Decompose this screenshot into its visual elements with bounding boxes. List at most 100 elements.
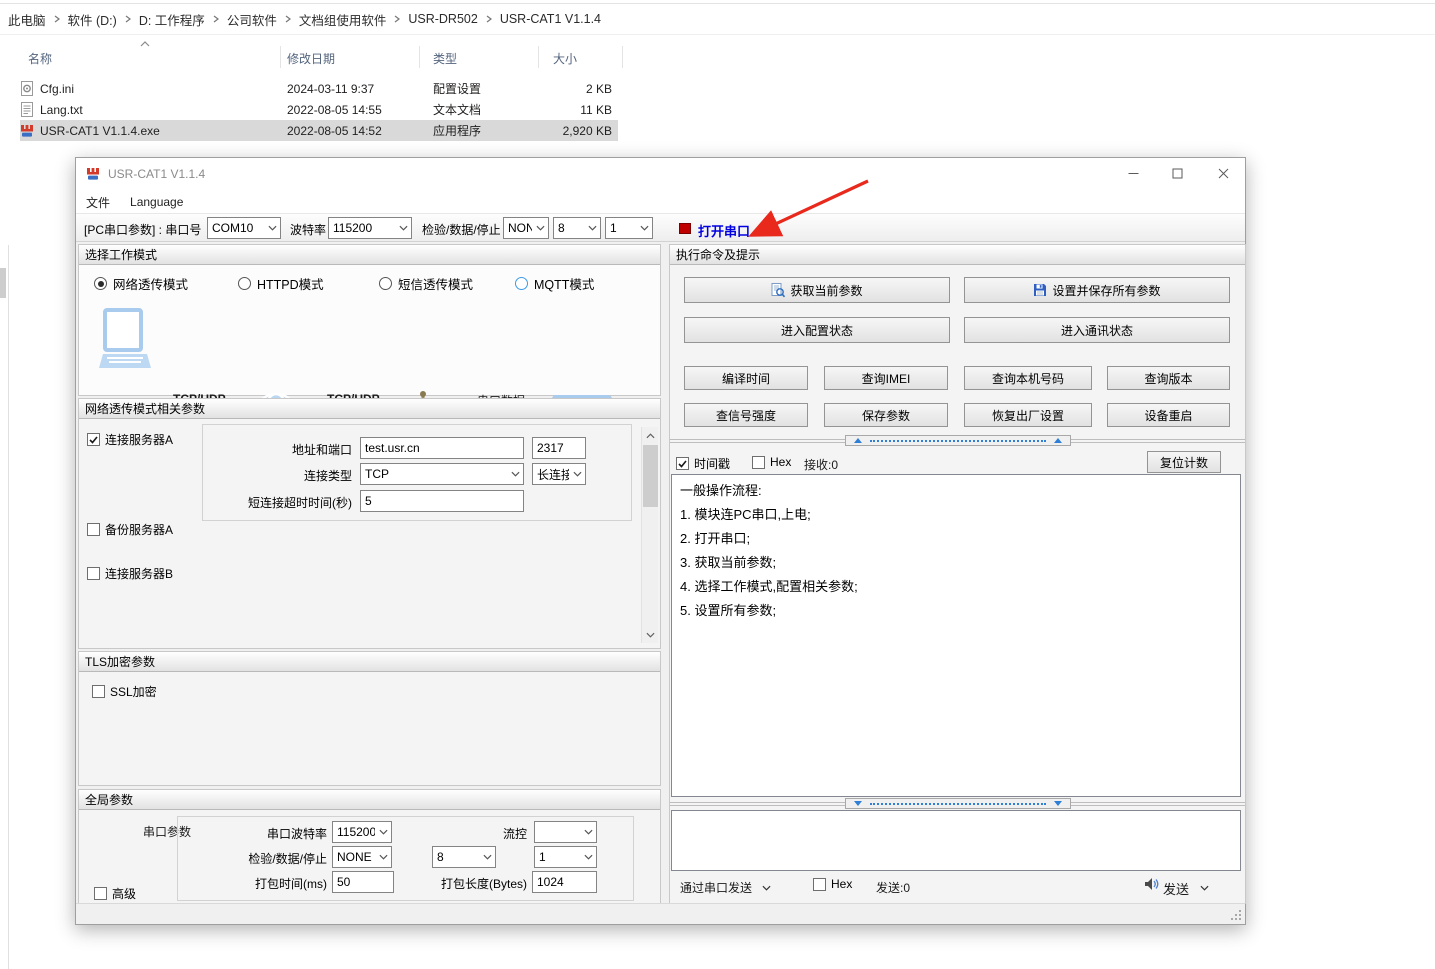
query-imei-button[interactable]: 查询IMEI bbox=[824, 366, 948, 390]
chevron-down-icon bbox=[395, 218, 411, 238]
server-address-input[interactable]: test.usr.cn bbox=[360, 437, 524, 459]
radio-net-transparent[interactable]: 网络透传模式 bbox=[94, 274, 188, 293]
log-line: 一般操作流程: bbox=[680, 479, 1232, 503]
close-button[interactable] bbox=[1206, 158, 1240, 188]
column-header-date[interactable]: 修改日期 bbox=[287, 50, 335, 67]
column-divider[interactable] bbox=[538, 46, 539, 68]
column-divider[interactable] bbox=[419, 46, 420, 68]
send-via-dropdown[interactable]: 通过串口发送 bbox=[680, 879, 752, 896]
column-divider[interactable] bbox=[280, 46, 281, 68]
scroll-up-icon[interactable] bbox=[642, 427, 659, 444]
minimize-button[interactable] bbox=[1116, 158, 1150, 188]
radio-httpd[interactable]: HTTPD模式 bbox=[238, 274, 324, 293]
radio-mqtt[interactable]: MQTT模式 bbox=[515, 274, 594, 293]
column-header-size[interactable]: 大小 bbox=[553, 50, 577, 67]
log-splitter-bottom[interactable] bbox=[670, 798, 1245, 809]
com-port-select[interactable]: COM10 bbox=[207, 217, 281, 239]
breadcrumb-item[interactable]: D: 工作程序 bbox=[139, 10, 205, 29]
server-port-input[interactable]: 2317 bbox=[532, 437, 586, 459]
checkbox-ssl[interactable]: SSL加密 bbox=[92, 683, 157, 700]
chevron-down-icon[interactable] bbox=[1200, 885, 1209, 891]
log-output[interactable]: 一般操作流程: 1. 模块连PC串口,上电; 2. 打开串口; 3. 获取当前参… bbox=[671, 474, 1241, 797]
pack-len-input[interactable]: 1024 bbox=[532, 871, 597, 893]
databits-select[interactable]: 8 bbox=[553, 217, 601, 239]
chevron-down-icon bbox=[375, 847, 391, 867]
enter-comm-button[interactable]: 进入通讯状态 bbox=[964, 317, 1230, 343]
keepalive-select[interactable]: 长连接 bbox=[532, 463, 586, 485]
triangle-down-icon bbox=[854, 801, 862, 806]
port-label: [PC串口参数] : 串口号 bbox=[84, 221, 201, 238]
net-params-scrollbar[interactable] bbox=[641, 427, 658, 643]
compile-time-button[interactable]: 编译时间 bbox=[684, 366, 808, 390]
breadcrumb-item[interactable]: 此电脑 bbox=[8, 10, 46, 29]
column-header-name[interactable]: 名称 bbox=[28, 50, 52, 67]
file-row-selected[interactable]: USR-CAT1 V1.1.4.exe 2022-08-05 14:52 应用程… bbox=[20, 120, 618, 141]
window-title: USR-CAT1 V1.1.4 bbox=[108, 167, 205, 181]
get-params-button[interactable]: 获取当前参数 bbox=[684, 277, 950, 303]
save-params-button[interactable]: 保存参数 bbox=[824, 403, 948, 427]
log-line: 4. 选择工作模式,配置相关参数; bbox=[680, 575, 1232, 599]
file-row[interactable]: Lang.txt 2022-08-05 14:55 文本文档 11 KB bbox=[20, 99, 618, 120]
timeout-input[interactable]: 5 bbox=[360, 490, 524, 512]
title-bar[interactable]: USR-CAT1 V1.1.4 bbox=[76, 158, 1245, 191]
factory-reset-button[interactable]: 恢复出厂设置 bbox=[964, 403, 1092, 427]
minimize-icon bbox=[1128, 168, 1139, 179]
menu-language[interactable]: Language bbox=[120, 191, 193, 213]
chevron-down-icon bbox=[264, 218, 280, 238]
file-row[interactable]: Cfg.ini 2024-03-11 9:37 配置设置 2 KB bbox=[20, 78, 618, 99]
log-splitter-top[interactable] bbox=[670, 435, 1245, 446]
column-divider[interactable] bbox=[622, 46, 623, 68]
checkbox-send-hex[interactable]: Hex bbox=[813, 877, 852, 891]
breadcrumb-item[interactable]: 文档组使用软件 bbox=[299, 10, 387, 29]
menu-bar: 文件 Language bbox=[76, 191, 1245, 213]
global-stopbits-select[interactable]: 1 bbox=[534, 846, 597, 868]
global-baud-select[interactable]: 115200 bbox=[332, 821, 392, 843]
app-window: USR-CAT1 V1.1.4 文件 Language [PC串口参数] : 串… bbox=[75, 157, 1246, 925]
breadcrumb-item[interactable]: 公司软件 bbox=[227, 10, 277, 29]
flow-select[interactable] bbox=[534, 821, 597, 843]
global-databits-select[interactable]: 8 bbox=[432, 846, 496, 868]
parity-select[interactable]: NONE bbox=[503, 217, 549, 239]
query-version-button[interactable]: 查询版本 bbox=[1107, 366, 1230, 390]
maximize-button[interactable] bbox=[1160, 158, 1194, 188]
baud-select[interactable]: 115200 bbox=[328, 217, 412, 239]
scroll-down-icon[interactable] bbox=[642, 626, 659, 643]
chevron-down-icon bbox=[636, 218, 652, 238]
global-parity-select[interactable]: NONE bbox=[332, 846, 392, 868]
checkbox-advanced[interactable]: 高级 bbox=[94, 885, 136, 902]
radio-sms-transparent[interactable]: 短信透传模式 bbox=[379, 274, 473, 293]
screen: 此电脑 软件 (D:) D: 工作程序 公司软件 文档组使用软件 USR-DR5… bbox=[0, 0, 1435, 969]
restart-button[interactable]: 设备重启 bbox=[1107, 403, 1230, 427]
reset-count-button[interactable]: 复位计数 bbox=[1147, 451, 1221, 473]
column-header-type[interactable]: 类型 bbox=[433, 50, 457, 67]
collapse-down-handle[interactable] bbox=[845, 798, 1071, 809]
stopbits-select[interactable]: 1 bbox=[605, 217, 653, 239]
send-input[interactable] bbox=[671, 810, 1241, 871]
send-button[interactable]: 发送 bbox=[1163, 879, 1189, 898]
resize-grip-icon[interactable] bbox=[1230, 909, 1242, 921]
checkbox-server-b[interactable]: 连接服务器B bbox=[87, 565, 173, 582]
checkbox-backup-a[interactable]: 备份服务器A bbox=[87, 521, 173, 538]
pack-time-input[interactable]: 50 bbox=[332, 871, 394, 893]
chevron-down-icon[interactable] bbox=[762, 885, 771, 891]
maximize-icon bbox=[1172, 168, 1183, 179]
dotted-divider bbox=[870, 440, 1046, 442]
query-number-button[interactable]: 查询本机号码 bbox=[964, 366, 1092, 390]
radio-icon bbox=[515, 277, 528, 290]
checkbox-timestamp[interactable]: 时间戳 bbox=[676, 455, 730, 472]
enter-config-button[interactable]: 进入配置状态 bbox=[684, 317, 950, 343]
scrollbar-thumb[interactable] bbox=[643, 445, 658, 507]
breadcrumb-item[interactable]: USR-DR502 bbox=[408, 12, 477, 26]
menu-file[interactable]: 文件 bbox=[76, 191, 120, 213]
checkbox-icon bbox=[94, 887, 107, 900]
set-save-params-button[interactable]: 设置并保存所有参数 bbox=[964, 277, 1230, 303]
background-scrollbar-thumb[interactable] bbox=[0, 268, 6, 298]
breadcrumb-item[interactable]: USR-CAT1 V1.1.4 bbox=[500, 12, 601, 26]
checkbox-recv-hex[interactable]: Hex bbox=[752, 455, 791, 469]
collapse-up-handle[interactable] bbox=[845, 435, 1071, 446]
query-signal-button[interactable]: 查信号强度 bbox=[684, 403, 808, 427]
checkbox-server-a[interactable]: 连接服务器A bbox=[87, 431, 173, 448]
open-port-button[interactable]: 打开串口 bbox=[698, 221, 750, 240]
breadcrumb-item[interactable]: 软件 (D:) bbox=[68, 10, 117, 29]
conn-type-select[interactable]: TCP bbox=[360, 463, 524, 485]
